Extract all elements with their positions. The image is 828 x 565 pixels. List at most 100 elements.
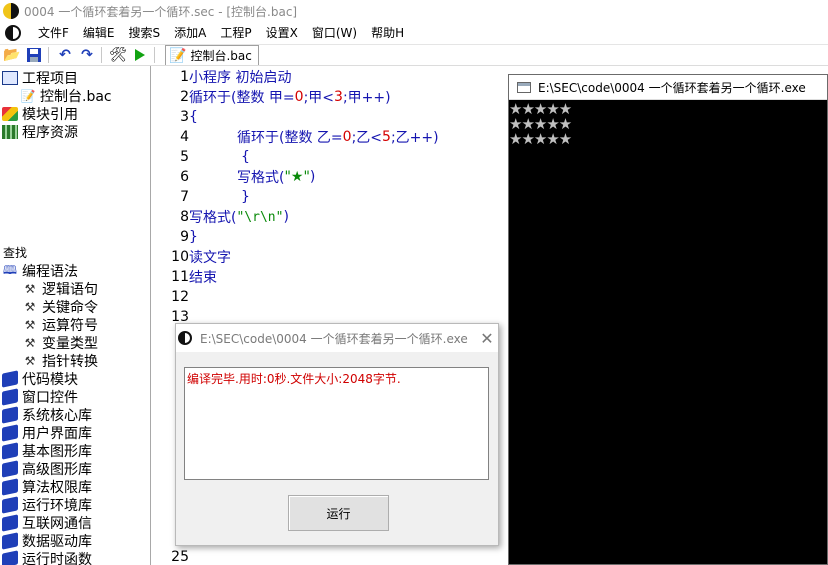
tree-library[interactable]: 基本图形库 bbox=[2, 441, 92, 461]
tree-library[interactable]: 算法权限库 bbox=[2, 477, 92, 497]
tree-library[interactable]: 运行时函数 bbox=[2, 549, 92, 565]
code-text: 结束 bbox=[189, 270, 217, 286]
undo-icon[interactable]: ↶ bbox=[55, 45, 75, 65]
tree-library[interactable]: 用户界面库 bbox=[2, 423, 92, 443]
code-text: ;乙++) bbox=[390, 130, 439, 146]
tree-label: 运行时函数 bbox=[22, 552, 92, 565]
code-line: 3{ bbox=[152, 107, 198, 127]
tree-project-file[interactable]: 📝 控制台.bac bbox=[20, 86, 112, 106]
tree-label: 高级图形库 bbox=[22, 462, 92, 478]
code-text: ;乙< bbox=[351, 130, 383, 146]
tree-label: 模块引用 bbox=[22, 107, 78, 123]
code-line: 10 读文字 bbox=[152, 247, 231, 267]
save-icon[interactable] bbox=[24, 45, 44, 65]
dialog-title-bar[interactable]: E:\SEC\code\0004 一个循环套着另一个循环.exe ✕ bbox=[176, 324, 498, 352]
line-number: 7 bbox=[180, 189, 189, 205]
tree-grammar-child[interactable]: ⚒ 指针转换 bbox=[22, 351, 98, 371]
tree-library[interactable]: 窗口控件 bbox=[2, 387, 78, 407]
menu-file[interactable]: 文件F bbox=[31, 22, 76, 44]
book-icon bbox=[2, 550, 18, 565]
tab-console-bac[interactable]: 📝 控制台.bac bbox=[165, 45, 259, 65]
tree-label: 算法权限库 bbox=[22, 480, 92, 496]
book-icon bbox=[2, 370, 18, 388]
edit-file-icon: 📝 bbox=[20, 89, 36, 103]
console-window[interactable]: E:\SEC\code\0004 一个循环套着另一个循环.exe ★★★★★ ★… bbox=[508, 74, 828, 565]
line-number: 9 bbox=[180, 229, 189, 245]
menu-search[interactable]: 搜索S bbox=[122, 22, 168, 44]
book-icon bbox=[2, 532, 18, 550]
tool-icon: ⚒ bbox=[24, 354, 36, 368]
tool-icon: ⚒ bbox=[24, 300, 36, 314]
tree-grammar-child[interactable]: ⚒ 关键命令 bbox=[22, 297, 98, 317]
menu-settings[interactable]: 设置X bbox=[259, 22, 305, 44]
book-icon bbox=[2, 478, 18, 496]
code-line: 2 循环于(整数 甲= 0 ;甲< 3 ;甲++) bbox=[152, 87, 391, 107]
tree-library[interactable]: 数据驱动库 bbox=[2, 531, 92, 551]
tree-project[interactable]: 工程项目 bbox=[2, 68, 78, 88]
tree-library[interactable]: 代码模块 bbox=[2, 369, 78, 389]
menu-edit[interactable]: 编辑E bbox=[76, 22, 122, 44]
close-icon[interactable]: ✕ bbox=[476, 329, 498, 348]
app-icon bbox=[3, 3, 19, 19]
console-title-bar[interactable]: E:\SEC\code\0004 一个循环套着另一个循环.exe bbox=[509, 75, 827, 100]
yin-yang-icon bbox=[178, 331, 192, 345]
tree-label: 代码模块 bbox=[22, 372, 78, 388]
run-icon[interactable] bbox=[130, 45, 150, 65]
tools-icon[interactable]: 🛠 bbox=[108, 45, 128, 65]
code-text: 读文字 bbox=[189, 250, 231, 266]
menu-help[interactable]: 帮助H bbox=[364, 22, 411, 44]
code-text: 写格式( bbox=[189, 210, 237, 226]
tree-grammar-child[interactable]: ⚒ 变量类型 bbox=[22, 333, 98, 353]
menu-window[interactable]: 窗口(W) bbox=[305, 22, 364, 44]
tree-label: 数据驱动库 bbox=[22, 534, 92, 550]
code-line: 12 bbox=[152, 287, 189, 307]
tree-library[interactable]: 互联网通信 bbox=[2, 513, 92, 533]
book-icon bbox=[2, 460, 18, 478]
line-number: 11 bbox=[171, 269, 189, 285]
code-text: 写格式( bbox=[237, 170, 285, 186]
code-text: ;甲< bbox=[303, 90, 335, 106]
tree-grammar-child[interactable]: ⚒ 运算符号 bbox=[22, 315, 98, 335]
tree-label: 变量类型 bbox=[42, 336, 98, 352]
tab-label: 控制台.bac bbox=[190, 49, 252, 63]
run-button[interactable]: 运行 bbox=[288, 495, 389, 531]
code-line: 5{ bbox=[152, 147, 250, 167]
menu-project[interactable]: 工程P bbox=[213, 22, 258, 44]
tree-module-ref[interactable]: 模块引用 bbox=[2, 104, 78, 124]
console-title: E:\SEC\code\0004 一个循环套着另一个循环.exe bbox=[538, 80, 806, 95]
tree-resources[interactable]: 程序资源 bbox=[2, 122, 78, 142]
line-number: 10 bbox=[171, 249, 189, 265]
tree-grammar[interactable]: 🕮 编程语法 bbox=[2, 261, 78, 281]
book-icon bbox=[2, 442, 18, 460]
tool-icon: ⚒ bbox=[24, 318, 36, 332]
code-number: 5 bbox=[382, 129, 391, 145]
code-number: 3 bbox=[334, 89, 343, 105]
book-icon bbox=[2, 424, 18, 442]
tree-label: 指针转换 bbox=[42, 354, 98, 370]
code-line: 1 小程序 初始启动 bbox=[152, 67, 291, 87]
redo-icon[interactable]: ↷ bbox=[77, 45, 97, 65]
output-row: ★★★★★ bbox=[509, 130, 572, 148]
menu-add[interactable]: 添加A bbox=[167, 22, 213, 44]
toolbar-separator bbox=[48, 47, 49, 63]
tree-library[interactable]: 高级图形库 bbox=[2, 459, 92, 479]
yin-yang-icon[interactable] bbox=[5, 25, 21, 41]
tree-grammar-child[interactable]: ⚒ 逻辑语句 bbox=[22, 279, 98, 299]
dialog-title: E:\SEC\code\0004 一个循环套着另一个循环.exe bbox=[200, 331, 468, 346]
toolbar-separator bbox=[154, 47, 155, 63]
tree-label: 用户界面库 bbox=[22, 426, 92, 442]
tree-label: 程序资源 bbox=[22, 125, 78, 141]
code-line: 4 循环于(整数 乙= 0 ;乙< 5 ;乙++) bbox=[152, 127, 439, 147]
code-line: 11 结束 bbox=[152, 267, 217, 287]
tree-label: 基本图形库 bbox=[22, 444, 92, 460]
tree-label: 工程项目 bbox=[22, 71, 78, 87]
code-line: 7} bbox=[152, 187, 250, 207]
tree-label: 窗口控件 bbox=[22, 390, 78, 406]
tree-library[interactable]: 系统核心库 bbox=[2, 405, 92, 425]
tree-library[interactable]: 运行环境库 bbox=[2, 495, 92, 515]
open-folder-icon[interactable]: 📂 bbox=[2, 45, 22, 65]
code-number: 0 bbox=[342, 129, 352, 145]
project-tree-panel: 工程项目 📝 控制台.bac 模块引用 程序资源 查找 🕮 编程语法 ⚒ 逻辑语… bbox=[0, 66, 151, 565]
compile-dialog[interactable]: E:\SEC\code\0004 一个循环套着另一个循环.exe ✕ 编译完毕.… bbox=[175, 323, 499, 546]
tree-label: 运行环境库 bbox=[22, 498, 92, 514]
